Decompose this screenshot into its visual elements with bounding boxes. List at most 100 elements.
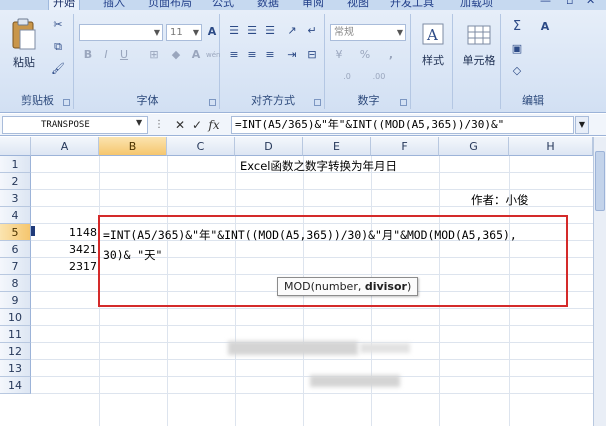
chevron-down-icon[interactable]: ▼ — [136, 118, 142, 127]
row-header-8[interactable]: 8 — [0, 275, 31, 292]
sheet-title[interactable]: Excel函数之数字转换为年月日 — [240, 158, 397, 174]
tab-developer[interactable]: 开发工具 — [390, 0, 434, 10]
row-header-7[interactable]: 7 — [0, 258, 31, 275]
align-bottom-icon[interactable]: ☰ — [262, 24, 278, 38]
column-header-b[interactable]: B — [99, 137, 167, 156]
tab-addins[interactable]: 加载项 — [460, 0, 493, 10]
comma-button[interactable]: , — [383, 48, 399, 62]
tab-data[interactable]: 数据 — [257, 0, 279, 10]
row-header-10[interactable]: 10 — [0, 309, 31, 326]
row-header-2[interactable]: 2 — [0, 173, 31, 190]
align-right-icon[interactable]: ≡ — [262, 48, 278, 62]
cut-icon[interactable]: ✂ — [50, 18, 66, 32]
tab-formulas[interactable]: 公式 — [212, 0, 234, 10]
row-header-12[interactable]: 12 — [0, 343, 31, 360]
ribbon-minimize-icon[interactable]: — — [540, 0, 551, 7]
phonetic-icon[interactable]: wén — [206, 48, 220, 62]
column-header-f[interactable]: F — [371, 137, 439, 156]
row-header-1[interactable]: 1 — [0, 156, 31, 173]
format-painter-icon[interactable]: 🖌 — [50, 62, 66, 76]
tab-review[interactable]: 审阅 — [302, 0, 324, 10]
tab-page-layout[interactable]: 页面布局 — [148, 0, 192, 10]
column-header-h[interactable]: H — [509, 137, 593, 156]
insert-function-icon[interactable]: fx — [207, 117, 221, 133]
font-color-icon[interactable]: A — [188, 48, 204, 62]
number-group-label: 数字 — [357, 94, 380, 107]
underline-button[interactable]: U — [116, 48, 132, 62]
copy-icon[interactable]: ⧉ — [50, 40, 66, 54]
fill-icon[interactable]: ▣ — [509, 42, 525, 56]
font-size-combo[interactable]: 11 ▼ — [166, 24, 202, 41]
merge-center-icon[interactable]: ⊟ — [304, 48, 320, 62]
italic-button[interactable]: I — [98, 48, 114, 62]
expand-formula-bar-icon[interactable]: ▼ — [575, 116, 589, 134]
alignment-launcher-icon[interactable] — [314, 99, 321, 106]
row-header-14[interactable]: 14 — [0, 377, 31, 394]
paste-icon — [12, 18, 36, 50]
row-header-9[interactable]: 9 — [0, 292, 31, 309]
enter-icon[interactable]: ✓ — [190, 117, 204, 133]
column-header-c[interactable]: C — [167, 137, 235, 156]
border-icon[interactable]: ⊞ — [146, 48, 162, 62]
gridline — [31, 359, 606, 360]
row-header-3[interactable]: 3 — [0, 190, 31, 207]
tab-insert[interactable]: 插入 — [103, 0, 125, 10]
column-header-d[interactable]: D — [235, 137, 303, 156]
name-box[interactable]: TRANSPOSE — [2, 116, 148, 134]
column-header-e[interactable]: E — [303, 137, 371, 156]
sort-filter-icon[interactable]: A — [537, 20, 553, 34]
number-launcher-icon[interactable] — [400, 99, 407, 106]
align-top-icon[interactable]: ☰ — [226, 24, 242, 38]
svg-text:A: A — [426, 26, 438, 44]
tab-home[interactable]: 开始 — [48, 0, 80, 10]
decrease-decimal-button[interactable]: .00 — [367, 70, 391, 84]
expand-icon[interactable]: ⋮ — [152, 117, 166, 133]
chevron-down-icon: ▼ — [396, 28, 403, 37]
gridline — [31, 325, 606, 326]
row-header-5[interactable]: 5 — [0, 224, 31, 241]
grow-font-icon[interactable]: A — [204, 25, 220, 39]
currency-icon[interactable]: ¥ — [331, 48, 347, 62]
formula-input[interactable]: =INT(A5/365)&"年"&INT((MOD(A5,365))/30)&" — [231, 116, 574, 134]
column-header-g[interactable]: G — [439, 137, 509, 156]
row-header-4[interactable]: 4 — [0, 207, 31, 224]
cells-button[interactable]: 单元格 — [457, 22, 501, 68]
font-launcher-icon[interactable] — [209, 99, 216, 106]
bold-button[interactable]: B — [80, 48, 96, 62]
row-header-11[interactable]: 11 — [0, 326, 31, 343]
cell-a6[interactable]: 3421 — [31, 243, 97, 256]
align-center-icon[interactable]: ≡ — [244, 48, 260, 62]
font-name-combo[interactable]: ▼ — [79, 24, 163, 41]
column-header-a[interactable]: A — [31, 137, 99, 156]
vertical-scrollbar[interactable] — [593, 137, 606, 426]
select-all-corner[interactable] — [0, 137, 31, 156]
worksheet-grid[interactable]: A B C D E F G H 1 2 3 4 5 6 7 8 9 10 11 … — [0, 137, 606, 426]
cell-a5[interactable]: 1148 — [31, 226, 97, 239]
cell-a7[interactable]: 2317 — [31, 260, 97, 273]
alignment-group: ☰ ☰ ☰ ↗ ↵ ≡ ≡ ≡ ⇥ ⊟ 对齐方式 — [222, 14, 325, 109]
row-header-6[interactable]: 6 — [0, 241, 31, 258]
ribbon-tab-strip: 开始 插入 页面布局 公式 数据 审阅 视图 开发工具 加载项 — ▫ ✕ — [0, 0, 606, 10]
styles-label: 样式 — [422, 54, 444, 67]
wrap-text-icon[interactable]: ↵ — [304, 24, 320, 38]
paste-button[interactable]: 粘贴 — [6, 18, 42, 70]
orientation-icon[interactable]: ↗ — [284, 24, 300, 38]
clear-icon[interactable]: ◇ — [509, 64, 525, 78]
row-header-13[interactable]: 13 — [0, 360, 31, 377]
tab-view[interactable]: 视图 — [347, 0, 369, 10]
indent-icon[interactable]: ⇥ — [284, 48, 300, 62]
close-icon[interactable]: ✕ — [586, 0, 595, 7]
increase-decimal-button[interactable]: .0 — [335, 70, 359, 84]
cancel-icon[interactable]: ✕ — [173, 117, 187, 133]
styles-button[interactable]: A 样式 — [415, 22, 451, 68]
percent-button[interactable]: % — [357, 48, 373, 62]
scrollbar-thumb[interactable] — [595, 151, 605, 211]
author-cell[interactable]: 作者：小俊 — [471, 192, 529, 208]
window-restore-icon[interactable]: ▫ — [566, 0, 573, 7]
number-format-combo[interactable]: 常规 ▼ — [330, 24, 406, 41]
clipboard-launcher-icon[interactable] — [63, 99, 70, 106]
align-middle-icon[interactable]: ☰ — [244, 24, 260, 38]
autosum-icon[interactable]: Σ — [509, 20, 525, 34]
fill-color-icon[interactable]: ◆ — [168, 48, 184, 62]
align-left-icon[interactable]: ≡ — [226, 48, 242, 62]
